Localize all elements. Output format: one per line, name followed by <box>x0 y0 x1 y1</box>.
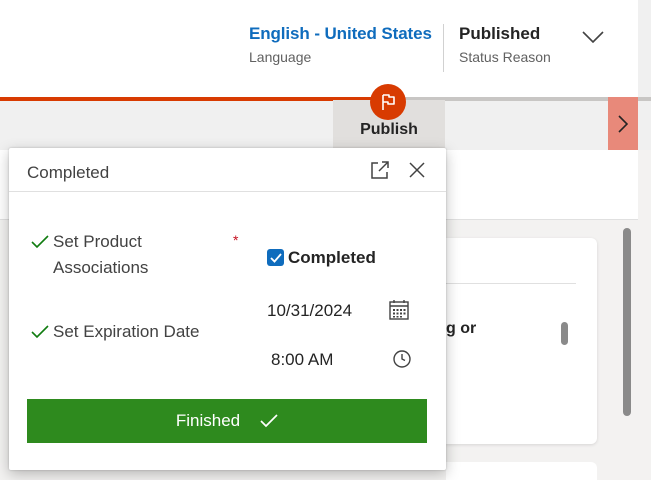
content-card-divider <box>446 283 576 284</box>
language-label: Language <box>249 49 312 65</box>
process-progress-active <box>0 97 390 101</box>
business-process-bar <box>0 97 651 150</box>
popout-button[interactable] <box>369 159 391 181</box>
next-stage-button[interactable] <box>608 97 638 150</box>
flag-icon <box>382 94 395 110</box>
expiration-time-input[interactable]: 8:00 AM <box>271 350 333 370</box>
date-picker-button[interactable] <box>387 298 411 322</box>
required-indicator: * <box>233 232 239 248</box>
card-scrollbar-thumb[interactable] <box>561 322 568 345</box>
checkmark-icon <box>31 235 49 249</box>
time-picker-button[interactable] <box>392 349 412 369</box>
header-divider <box>443 24 444 72</box>
close-button[interactable] <box>406 159 428 181</box>
checkmark-icon <box>31 325 49 339</box>
status-reason-label: Status Reason <box>459 49 551 65</box>
page-scrollbar-track <box>638 150 651 480</box>
status-reason-value: Published <box>459 24 541 43</box>
header-scroll-gutter <box>638 0 651 97</box>
status-reason-field: Published Status Reason <box>459 24 551 65</box>
expiration-date-input[interactable]: 10/31/2024 <box>267 301 352 321</box>
completed-checkbox[interactable] <box>267 249 284 266</box>
stage-publish-label[interactable]: Publish <box>333 121 445 139</box>
content-card-lower <box>446 462 597 480</box>
finished-button-label: Finished <box>175 411 241 430</box>
flyout-header-divider <box>9 191 446 192</box>
language-value[interactable]: English - United States <box>249 24 432 44</box>
completed-checkbox-label[interactable]: Completed <box>288 248 376 268</box>
language-field[interactable]: English - United States Language <box>249 24 432 65</box>
content-card <box>446 238 597 444</box>
chevron-down-icon <box>582 31 604 43</box>
page-scrollbar-thumb[interactable] <box>623 228 631 416</box>
stage-flyout: Completed Set Product Associations * Com… <box>9 148 446 470</box>
header-expand-button[interactable] <box>578 24 608 50</box>
content-card-text: g or <box>446 320 477 337</box>
calendar-icon <box>389 300 409 320</box>
step-set-product-associations-label: Set Product Associations <box>53 232 149 277</box>
stage-flag-marker[interactable] <box>370 84 406 120</box>
flyout-title: Completed <box>27 163 110 182</box>
clock-icon <box>393 350 411 368</box>
popout-icon <box>371 161 389 179</box>
step-set-expiration-date-label: Set Expiration Date <box>53 322 200 341</box>
finished-button[interactable]: Finished <box>27 399 427 443</box>
checkmark-icon <box>269 252 282 263</box>
record-header: English - United States Language Publish… <box>0 0 638 97</box>
close-icon <box>409 162 425 178</box>
checkmark-icon <box>260 414 278 428</box>
chevron-right-icon <box>618 114 628 133</box>
